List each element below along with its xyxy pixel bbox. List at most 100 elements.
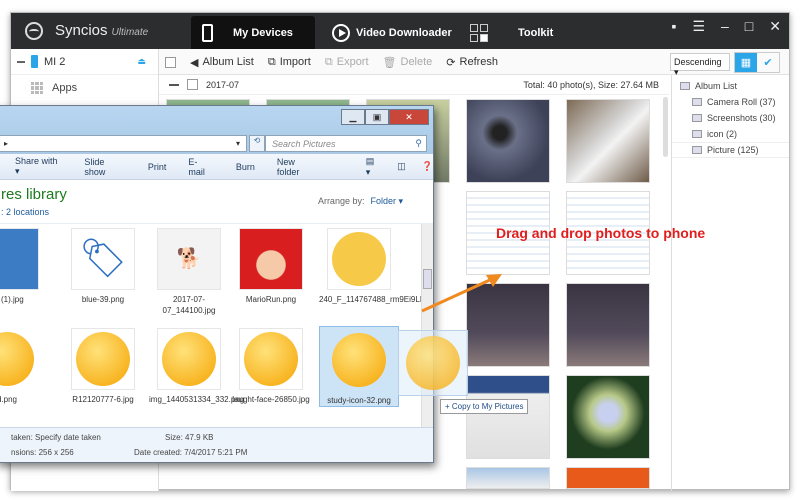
refresh-button[interactable]: ⟳ Refresh xyxy=(446,56,498,69)
print-button[interactable]: Print xyxy=(148,162,167,172)
file-item[interactable]: d.png xyxy=(0,328,47,405)
file-thumbnail xyxy=(157,328,221,390)
calendar-view-icon[interactable]: ▦ xyxy=(735,53,757,72)
phone-icon xyxy=(202,23,213,42)
file-item[interactable]: R12120777-6.jpg xyxy=(63,328,143,405)
file-thumbnail xyxy=(239,228,303,290)
explorer-scrollbar[interactable] xyxy=(421,224,433,427)
maximize-icon[interactable]: □ xyxy=(745,18,753,35)
photo-thumb[interactable] xyxy=(566,99,650,183)
date-group-header: 2017-07 Total: 40 photo(s), Size: 27.64 … xyxy=(159,75,669,95)
library-header: res library : 2 locations Arrange by: Fol… xyxy=(0,180,433,224)
file-thumbnail: 🏷 xyxy=(71,228,135,290)
album-screenshots[interactable]: Screenshots (30) xyxy=(672,110,789,126)
tab-toolkit[interactable]: Toolkit xyxy=(466,16,576,49)
date-created-value: 7/4/2017 5:21 PM xyxy=(184,448,248,457)
collapse-icon[interactable] xyxy=(17,60,25,63)
device-name: MI 2 xyxy=(44,55,66,68)
new-folder-button[interactable]: New folder xyxy=(277,157,320,177)
close-icon[interactable]: ✕ xyxy=(769,18,781,35)
explorer-search-input[interactable]: Search Pictures ⚲ xyxy=(265,135,427,152)
export-icon: ⧉ xyxy=(324,55,333,68)
photo-scrollbar[interactable] xyxy=(663,97,668,157)
tab-video-downloader[interactable]: Video Downloader xyxy=(326,16,456,49)
file-item[interactable]: MarioRun.png xyxy=(231,228,311,305)
grid-icon xyxy=(470,23,488,42)
album-list-root[interactable]: Album List xyxy=(672,78,789,94)
email-button[interactable]: E-mail xyxy=(188,157,213,177)
album-panel: Album List Camera Roll (37) Screenshots … xyxy=(671,75,789,491)
search-icon: ⚲ xyxy=(415,138,422,148)
file-thumbnail: 🐕 xyxy=(157,228,221,290)
drag-ghost-image xyxy=(398,330,468,396)
file-item[interactable]: es (1).jpg xyxy=(0,228,47,305)
menu-icon[interactable]: ☰ xyxy=(692,18,705,35)
file-thumbnail xyxy=(0,228,39,290)
tab-my-devices[interactable]: My Devices xyxy=(191,16,315,49)
view-options-icon[interactable]: ▤ ▾ xyxy=(366,156,382,178)
sidebar-item-apps[interactable]: Apps xyxy=(11,75,158,101)
device-row[interactable]: MI 2 ⏏ xyxy=(11,49,158,75)
play-icon xyxy=(332,23,350,42)
file-item[interactable]: 🏷 blue-39.png xyxy=(63,228,143,305)
clipboard-view-icon[interactable]: ✔ xyxy=(757,53,779,72)
drag-tooltip: + Copy to My Pictures xyxy=(440,399,529,414)
photo-thumb[interactable] xyxy=(566,375,650,459)
photo-thumb[interactable] xyxy=(566,467,650,489)
delete-button[interactable]: 🗑 Delete xyxy=(383,56,433,69)
address-bar[interactable]: ▸ ▾ xyxy=(0,135,247,152)
select-all-checkbox[interactable] xyxy=(165,56,176,68)
address-dropdown-icon[interactable]: ▾ xyxy=(236,139,240,148)
photo-thumb[interactable] xyxy=(466,375,550,459)
album-list-button[interactable]: ◀ Album List xyxy=(190,56,254,69)
arrange-by: Arrange by: Folder ▾ xyxy=(317,196,403,206)
collapse-group-icon[interactable] xyxy=(169,83,179,86)
export-button[interactable]: ⧉ Export xyxy=(325,56,369,69)
feedback-icon[interactable]: ▪ xyxy=(671,18,676,35)
burn-button[interactable]: Burn xyxy=(236,162,255,172)
arrange-by-dropdown[interactable]: Folder ▾ xyxy=(370,196,403,206)
file-item[interactable]: 🐕 2017-07-07_144100.jpg xyxy=(149,228,229,316)
drag-arrow-icon xyxy=(421,274,502,313)
photo-thumb[interactable] xyxy=(566,283,650,367)
file-thumbnail xyxy=(0,328,39,390)
explorer-command-bar: Share with ▾ Slide show Print E-mail Bur… xyxy=(0,154,433,180)
app-name: Syncios Ultimate xyxy=(55,22,149,39)
file-item[interactable]: img_1440531334_332.png xyxy=(149,328,244,405)
import-button[interactable]: ⧉ Import xyxy=(268,56,311,69)
image-icon xyxy=(692,114,702,122)
explorer-maximize-icon[interactable]: ▣ xyxy=(365,109,389,125)
preview-pane-icon[interactable]: ◫ xyxy=(397,161,406,172)
library-locations-link[interactable]: : 2 locations xyxy=(1,207,49,217)
photo-thumb[interactable] xyxy=(466,467,550,489)
title-bar: Syncios Ultimate My Devices Video Downloa… xyxy=(11,13,789,49)
album-picture[interactable]: Picture (125) xyxy=(672,142,789,158)
file-item[interactable]: laught-face-26850.jpg xyxy=(231,328,311,405)
library-title: res library xyxy=(1,186,67,203)
help-icon[interactable]: ❓ xyxy=(422,161,433,172)
slide-show-button[interactable]: Slide show xyxy=(84,157,127,177)
photo-thumb[interactable] xyxy=(466,99,550,183)
album-icon xyxy=(680,82,690,90)
file-item-selected[interactable]: study-icon-32.png xyxy=(319,326,399,407)
minimize-icon[interactable]: – xyxy=(721,18,729,35)
explorer-minimize-icon[interactable]: ▁ xyxy=(341,109,365,125)
apps-icon xyxy=(31,82,43,94)
details-pane: taken: Specify date taken nsions: 256 x … xyxy=(0,427,433,462)
date-taken-value[interactable]: Specify date taken xyxy=(35,433,101,442)
file-thumbnail xyxy=(327,228,391,290)
image-icon xyxy=(692,130,702,138)
import-icon: ⧉ xyxy=(267,55,276,68)
group-checkbox[interactable] xyxy=(187,79,198,90)
sort-dropdown[interactable]: Descending ▾ xyxy=(670,53,730,77)
image-icon xyxy=(692,146,702,154)
eject-icon[interactable]: ⏏ xyxy=(137,56,146,67)
explorer-close-icon[interactable]: ✕ xyxy=(389,109,429,125)
album-camera-roll[interactable]: Camera Roll (37) xyxy=(672,94,789,110)
share-with-menu[interactable]: Share with ▾ xyxy=(15,156,64,177)
explorer-window-controls: ▁ ▣ ✕ xyxy=(341,109,429,125)
album-icon[interactable]: icon (2) xyxy=(672,126,789,142)
explorer-refresh-icon[interactable]: ⟲ xyxy=(249,135,265,152)
file-item[interactable]: 240_F_114767488_rm9Ei9LEPqOOwbrhuyC3MFxl… xyxy=(319,228,433,305)
group-date: 2017-07 xyxy=(206,79,240,90)
